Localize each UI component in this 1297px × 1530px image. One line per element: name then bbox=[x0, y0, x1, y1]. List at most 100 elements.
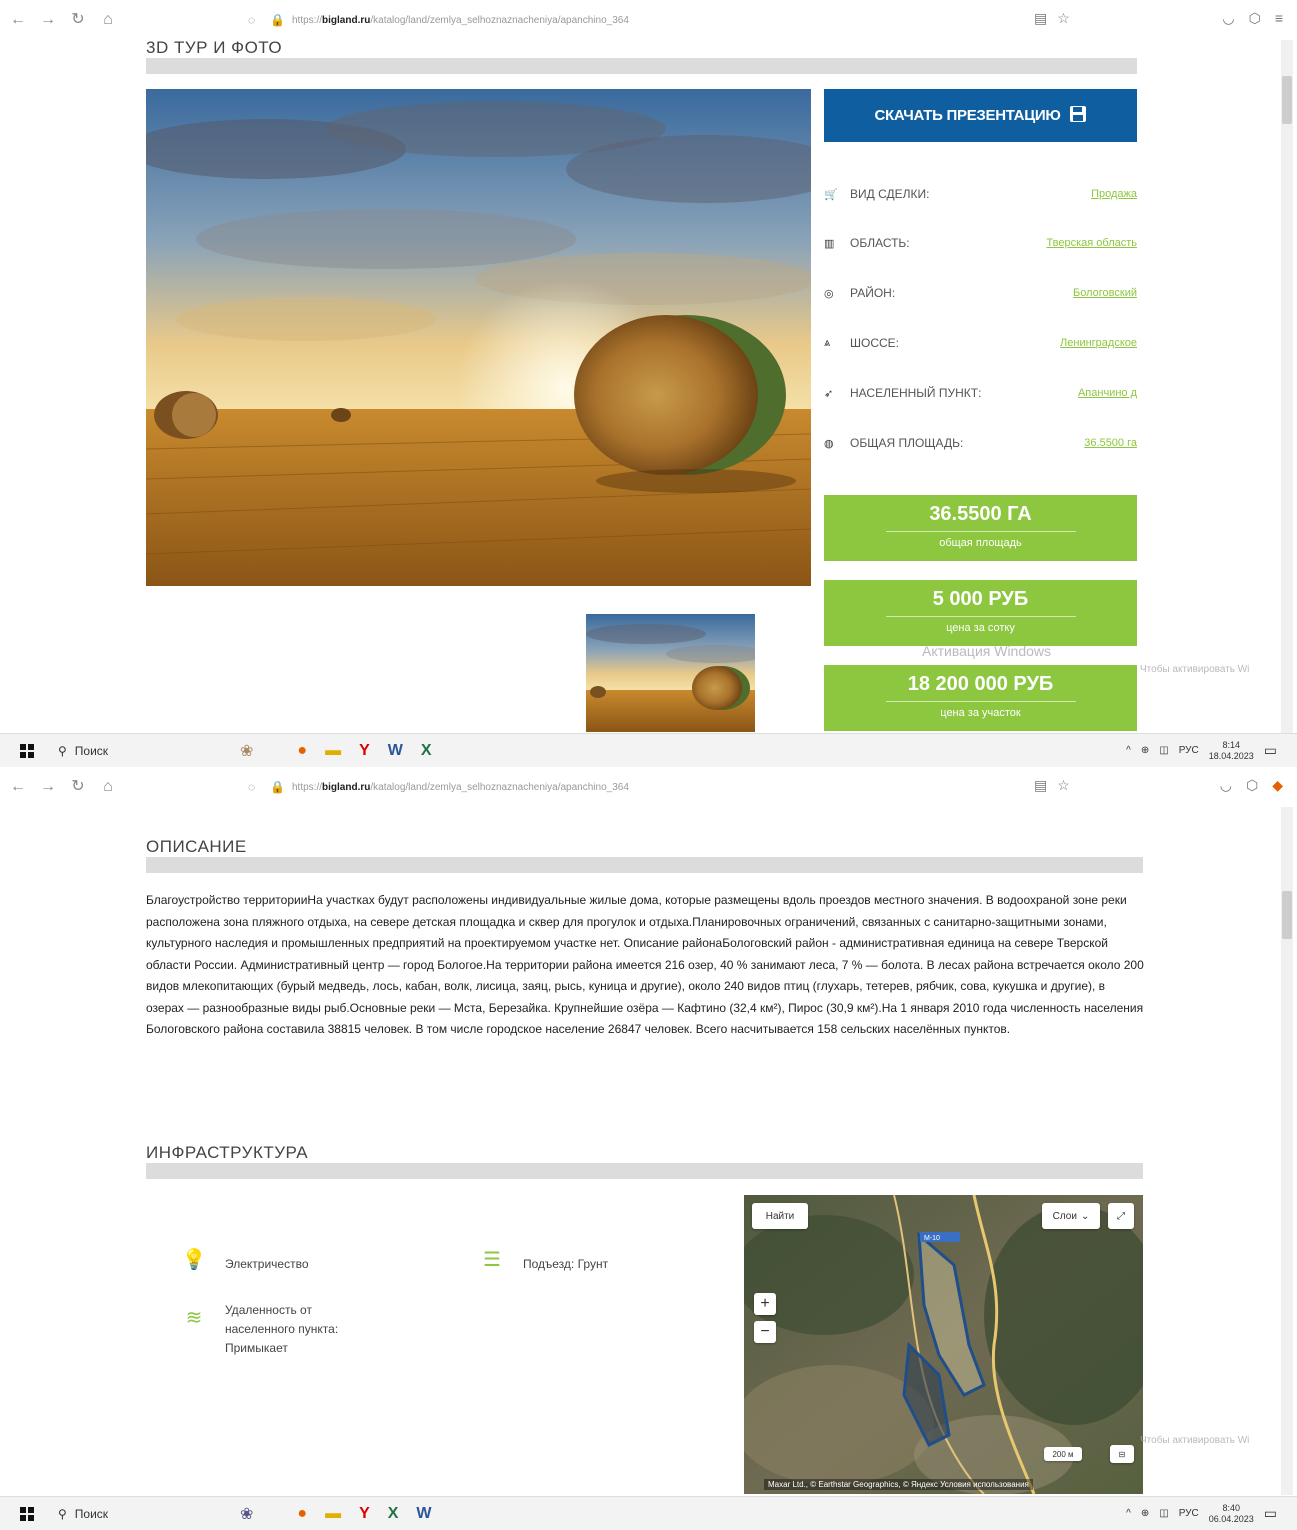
file-explorer-icon[interactable]: ▬ bbox=[325, 742, 341, 760]
clock-date: 06.04.2023 bbox=[1208, 1513, 1254, 1524]
infra-label: Электричество bbox=[225, 1257, 309, 1271]
screenshot-bottom: ← → ↻ ⌂ ◌ 🔒 https:// bigland.ru /katalog… bbox=[0, 767, 1297, 1530]
stat-price-per-sotka: 5 000 РУБ цена за сотку bbox=[824, 580, 1137, 646]
info-value-link[interactable]: 36.5500 га bbox=[1084, 437, 1137, 449]
url-domain: bigland.ru bbox=[322, 781, 371, 793]
fullscreen-icon[interactable]: ⤢ bbox=[1108, 1203, 1134, 1229]
file-explorer-icon[interactable]: ▬ bbox=[325, 1505, 341, 1523]
zoom-out-button[interactable]: − bbox=[754, 1321, 776, 1343]
widgets-icon[interactable]: ❀ bbox=[240, 741, 253, 761]
url-bar[interactable]: ◌ 🔒 https:// bigland.ru /katalog/land/ze… bbox=[248, 774, 1088, 800]
taskbar-clock[interactable]: 8:14 18.04.2023 bbox=[1209, 740, 1254, 762]
main-photo[interactable] bbox=[146, 89, 811, 586]
map-find-button[interactable]: Найти bbox=[752, 1203, 808, 1229]
url-path: /katalog/land/zemlya_selhoznaznacheniya/… bbox=[370, 14, 629, 26]
infra-access-road: ☰ Подъезд: Грунт bbox=[475, 1250, 608, 1274]
bookmark-star-icon[interactable]: ☆ bbox=[1057, 777, 1070, 794]
home-icon[interactable]: ⌂ bbox=[96, 8, 120, 32]
reload-icon[interactable]: ↻ bbox=[66, 775, 90, 799]
scrollbar-thumb[interactable] bbox=[1282, 76, 1292, 124]
windows-taskbar: ⚲ Поиск ❀ ● ▬ Y X W ^ ⊕ ◫ РУС 8:40 06.04… bbox=[0, 1496, 1297, 1530]
map-ruler-icon[interactable]: ⊟ bbox=[1110, 1445, 1134, 1463]
map-layers-button[interactable]: Слои ⌄ bbox=[1042, 1203, 1100, 1229]
pocket-icon[interactable]: ◡ bbox=[1222, 10, 1234, 27]
language-indicator[interactable]: РУС bbox=[1179, 745, 1199, 756]
lightbulb-icon: 💡 bbox=[181, 1249, 207, 1271]
taskbar-search[interactable]: ⚲ Поиск bbox=[58, 1507, 108, 1521]
volume-icon[interactable]: ◫ bbox=[1159, 745, 1168, 756]
reload-icon[interactable]: ↻ bbox=[66, 8, 90, 32]
back-icon[interactable]: ← bbox=[6, 775, 30, 799]
word-icon[interactable]: W bbox=[416, 1505, 431, 1523]
reader-view-icon[interactable]: ▤ bbox=[1034, 10, 1047, 27]
section-title-infrastructure: ИНФРАСТРУКТУРА bbox=[146, 1143, 309, 1162]
info-row-deal-type: 🛒 ВИД СДЕЛКИ: Продажа bbox=[824, 182, 1137, 206]
widgets-icon[interactable]: ❀ bbox=[240, 1504, 253, 1524]
extensions-icon[interactable]: ⬡ bbox=[1246, 777, 1258, 794]
cart-icon: 🛒 bbox=[824, 188, 838, 201]
notification-icon[interactable]: ▭ bbox=[1264, 1505, 1277, 1522]
map-icon: ▥ bbox=[824, 237, 835, 250]
notification-icon[interactable]: ▭ bbox=[1264, 742, 1277, 759]
info-label: ВИД СДЕЛКИ: bbox=[850, 187, 930, 201]
info-value-link[interactable]: Продажа bbox=[1091, 188, 1137, 200]
tray-chevron-icon[interactable]: ^ bbox=[1126, 1508, 1131, 1519]
back-icon[interactable]: ← bbox=[6, 8, 30, 32]
info-value-link[interactable]: Тверская область bbox=[1046, 237, 1137, 249]
map-copyright[interactable]: Maxar Ltd., © Earthstar Geographics, © Я… bbox=[764, 1479, 1033, 1490]
satellite-map[interactable]: М-10 Найти Слои ⌄ ⤢ + − 200 м ⊟ Maxar Lt… bbox=[744, 1195, 1143, 1494]
shield-icon: ◌ bbox=[248, 780, 256, 794]
download-presentation-button[interactable]: СКАЧАТЬ ПРЕЗЕНТАЦИЮ bbox=[824, 89, 1137, 142]
menu-icon[interactable]: ≡ bbox=[1275, 10, 1283, 27]
browser-toolbar: ← → ↻ ⌂ ◌ 🔒 https:// bigland.ru /katalog… bbox=[0, 767, 1297, 807]
excel-icon[interactable]: X bbox=[421, 742, 432, 760]
info-value-link[interactable]: Бологовский bbox=[1073, 287, 1137, 299]
infra-label: Удаленность от населенного пункта: Примы… bbox=[225, 1303, 339, 1355]
info-label: РАЙОН: bbox=[850, 286, 896, 300]
photo-thumbnail[interactable] bbox=[586, 614, 755, 732]
network-icon[interactable]: ⊕ bbox=[1141, 1508, 1149, 1519]
taskbar-clock[interactable]: 8:40 06.04.2023 bbox=[1209, 1503, 1254, 1525]
word-icon[interactable]: W bbox=[388, 742, 403, 760]
tray-chevron-icon[interactable]: ^ bbox=[1126, 745, 1131, 756]
bookmark-star-icon[interactable]: ☆ bbox=[1057, 10, 1070, 27]
yandex-browser-icon[interactable]: Y bbox=[359, 1505, 370, 1523]
info-value-link[interactable]: Апанчино д bbox=[1078, 387, 1137, 399]
yandex-browser-icon[interactable]: Y bbox=[359, 742, 370, 760]
info-value-link[interactable]: Ленинградское bbox=[1060, 337, 1137, 349]
zoom-in-button[interactable]: + bbox=[754, 1293, 776, 1315]
info-row-highway: ⩓ ШОССЕ: Ленинградское bbox=[824, 331, 1137, 355]
forward-icon[interactable]: → bbox=[36, 8, 60, 32]
info-row-region: ▥ ОБЛАСТЬ: Тверская область bbox=[824, 231, 1137, 255]
volume-icon[interactable]: ◫ bbox=[1159, 1508, 1168, 1519]
lock-icon: 🔒 bbox=[270, 780, 285, 794]
windows-start-icon[interactable] bbox=[20, 1506, 34, 1521]
windows-start-icon[interactable] bbox=[20, 743, 34, 758]
chevron-down-icon: ⌄ bbox=[1080, 1210, 1090, 1222]
language-indicator[interactable]: РУС bbox=[1179, 1508, 1199, 1519]
firefox-icon[interactable]: ● bbox=[297, 1505, 307, 1523]
distance-lines-icon: ≋ bbox=[185, 1307, 203, 1329]
update-icon[interactable]: ◆ bbox=[1272, 777, 1283, 794]
infra-electricity: 💡 Электричество bbox=[177, 1249, 309, 1274]
info-label: НАСЕЛЕННЫЙ ПУНКТ: bbox=[850, 386, 982, 400]
home-icon[interactable]: ⌂ bbox=[96, 775, 120, 799]
firefox-icon[interactable]: ● bbox=[297, 742, 307, 760]
extensions-icon[interactable]: ⬡ bbox=[1249, 10, 1261, 27]
page-scrollbar[interactable] bbox=[1281, 40, 1293, 733]
forward-icon[interactable]: → bbox=[36, 775, 60, 799]
clock-date: 18.04.2023 bbox=[1208, 750, 1254, 761]
map-scale: 200 м bbox=[1044, 1447, 1082, 1461]
section-divider bbox=[146, 58, 1137, 74]
network-icon[interactable]: ⊕ bbox=[1141, 745, 1149, 756]
taskbar-search-label: Поиск bbox=[74, 743, 109, 758]
scrollbar-thumb[interactable] bbox=[1282, 891, 1292, 939]
taskbar-search[interactable]: ⚲ Поиск bbox=[58, 744, 108, 758]
excel-icon[interactable]: X bbox=[388, 1505, 399, 1523]
pocket-icon[interactable]: ◡ bbox=[1220, 777, 1232, 794]
reader-view-icon[interactable]: ▤ bbox=[1034, 777, 1047, 794]
stat-total-area: 36.5500 ГА общая площадь bbox=[824, 495, 1137, 561]
section-title-description: ОПИСАНИЕ bbox=[146, 837, 247, 856]
section-divider bbox=[146, 1163, 1143, 1179]
url-bar[interactable]: ◌ 🔒 https:// bigland.ru /katalog/land/ze… bbox=[248, 7, 1088, 33]
